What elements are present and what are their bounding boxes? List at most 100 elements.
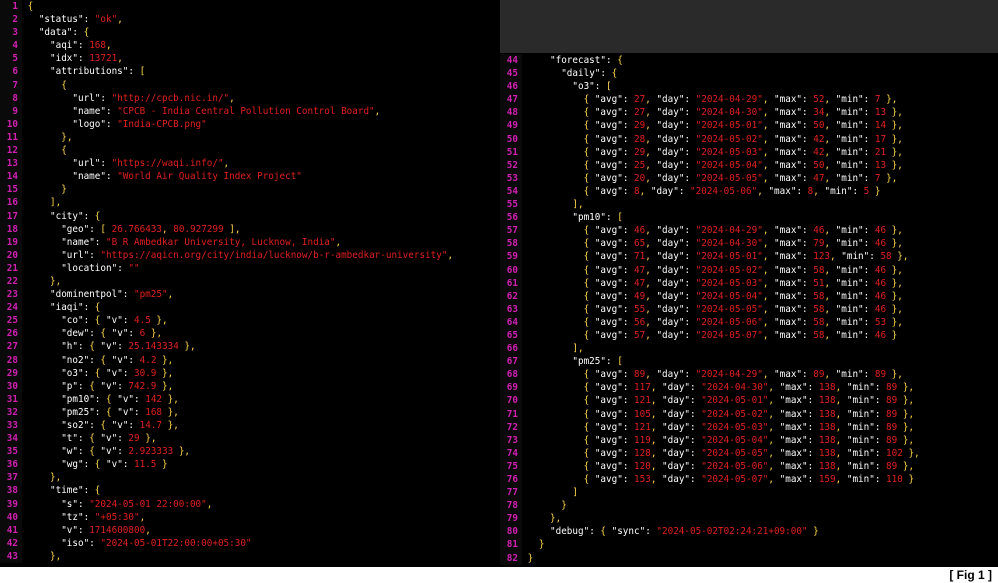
line-text: "debug": { "sync": "2024-05-02T02:24:21+… <box>550 526 819 538</box>
code-line: 34 "t": { "v": 29 }, <box>0 432 453 446</box>
line-number: 29 <box>0 366 22 380</box>
code-line: 60 { "avg": 47, "day": "2024-05-02", "ma… <box>500 263 920 277</box>
line-text: { "avg": 27, "day": "2024-04-29", "max":… <box>583 94 898 106</box>
code-listing-left: 1 {2 "status": "ok", 3 "data": {4 "aqi": … <box>0 0 454 564</box>
line-number: 17 <box>0 209 22 223</box>
code-line: 20 "url": "https://aqicn.org/city/india/… <box>0 248 454 262</box>
line-number: 48 <box>500 106 522 120</box>
line-text: { "avg": 65, "day": "2024-04-30", "max":… <box>583 238 903 250</box>
line-number: 20 <box>0 248 22 262</box>
code-line: 41 "v": 1714600800, <box>0 523 453 537</box>
line-number: 12 <box>0 144 22 158</box>
line-text: "logo": "India-CPCB.png" <box>72 118 207 130</box>
code-listing-right: 44 "forecast": {45 "daily": {46 "o3": [4… <box>500 54 920 565</box>
line-number: 75 <box>500 459 522 473</box>
code-line: 11 }, <box>0 130 453 145</box>
code-line: 24 "iaqi": { <box>0 301 453 315</box>
code-line: 77 ] <box>500 486 920 500</box>
code-pane-right[interactable]: 44 "forecast": {45 "daily": {46 "o3": [4… <box>500 53 998 567</box>
line-text: { <box>61 145 67 157</box>
code-line: 31 "pm10": { "v": 142 }, <box>0 392 453 406</box>
line-text: "iso": "2024-05-01T22:00:00+05:30" <box>61 537 252 549</box>
line-number: 11 <box>0 130 22 145</box>
code-line: 12 { <box>0 144 453 158</box>
code-line: 49 { "avg": 29, "day": "2024-05-01", "ma… <box>500 119 920 133</box>
code-line: 54 { "avg": 8, "day": "2024-05-06", "max… <box>500 184 920 199</box>
line-text: }, <box>50 275 62 287</box>
code-line: 13 "url": "https://waqi.info/", <box>0 157 453 171</box>
line-text: "o3": [ <box>572 81 612 93</box>
code-line: 62 { "avg": 49, "day": "2024-05-04", "ma… <box>500 289 920 303</box>
code-line: 58 { "avg": 65, "day": "2024-04-30", "ma… <box>500 237 920 251</box>
line-number: 16 <box>0 196 22 210</box>
line-number: 56 <box>500 211 522 225</box>
line-text: }, <box>550 513 562 525</box>
line-text: "p": { "v": 742.9 }, <box>61 380 174 392</box>
line-number: 46 <box>500 80 522 94</box>
line-text: "attributions": [ <box>50 66 146 78</box>
line-text: "data": { <box>38 27 90 39</box>
line-text: "url": "https://aqicn.org/city/india/luc… <box>61 249 454 261</box>
line-number: 69 <box>500 381 522 395</box>
code-line: 8 "url": "http://cpcb.nic.in/", <box>0 91 453 105</box>
line-number: 27 <box>0 340 22 354</box>
code-line: 3 "data": { <box>0 26 453 40</box>
line-text: "s": "2024-05-01 22:00:00", <box>61 498 213 510</box>
empty-pane-header <box>500 0 998 53</box>
line-text: { "avg": 8, "day": "2024-05-06", "max": … <box>583 185 881 197</box>
line-number: 51 <box>500 145 522 159</box>
line-number: 31 <box>0 392 22 406</box>
line-text: "pm10": { "v": 142 }, <box>61 393 179 405</box>
line-text: { "avg": 55, "day": "2024-05-05", "max":… <box>583 303 903 315</box>
line-number: 71 <box>500 407 522 421</box>
code-line: 82 } <box>500 551 920 565</box>
line-text: "tz": "+05:30", <box>61 511 146 523</box>
line-number: 21 <box>0 261 22 275</box>
line-number: 50 <box>500 132 522 146</box>
code-line: 75 { "avg": 120, "day": "2024-05-06", "m… <box>500 459 920 473</box>
line-text: { "avg": 57, "day": "2024-05-07", "max":… <box>583 329 898 341</box>
line-text: { "avg": 20, "day": "2024-05-05", "max":… <box>583 172 898 184</box>
line-text: { "avg": 46, "day": "2024-04-29", "max":… <box>583 225 903 237</box>
line-number: 33 <box>0 419 22 433</box>
code-line: 56 "pm10": [ <box>500 211 920 225</box>
line-text: ], <box>572 199 584 211</box>
line-number: 79 <box>500 512 522 526</box>
code-line: 61 { "avg": 47, "day": "2024-05-03", "ma… <box>500 276 920 290</box>
line-number: 81 <box>500 538 522 552</box>
code-line: 74 { "avg": 128, "day": "2024-05-05", "m… <box>500 446 920 460</box>
code-pane-left[interactable]: 1 {2 "status": "ok", 3 "data": {4 "aqi": … <box>0 0 500 567</box>
code-line: 47 { "avg": 27, "day": "2024-04-29", "ma… <box>500 93 920 107</box>
figure-label: [ Fig 1 ] <box>949 568 992 582</box>
line-number: 72 <box>500 420 522 434</box>
line-text: { "avg": 47, "day": "2024-05-02", "max":… <box>583 264 903 276</box>
line-number: 44 <box>500 54 522 68</box>
line-number: 6 <box>0 65 22 79</box>
line-number: 61 <box>500 276 522 290</box>
code-line: 1 { <box>0 0 453 14</box>
code-line: 44 "forecast": { <box>500 54 920 68</box>
code-line: 46 "o3": [ <box>500 80 920 94</box>
line-text: "wg": { "v": 11.5 } <box>61 459 168 471</box>
line-number: 53 <box>500 171 522 185</box>
code-line: 72 { "avg": 121, "day": "2024-05-03", "m… <box>500 420 920 434</box>
code-line: 9 "name": "CPCB - India Central Pollutio… <box>0 104 453 118</box>
line-text: { "avg": 153, "day": "2024-05-07", "max"… <box>583 474 915 485</box>
line-text: ], <box>50 197 62 209</box>
code-line: 79 }, <box>500 512 920 526</box>
line-text: { "avg": 105, "day": "2024-05-02", "max"… <box>583 408 915 420</box>
code-line: 48 { "avg": 27, "day": "2024-04-30", "ma… <box>500 106 920 120</box>
line-number: 10 <box>0 117 22 131</box>
line-text: { <box>27 1 34 12</box>
line-text: { "avg": 121, "day": "2024-05-01", "max"… <box>583 395 915 407</box>
line-number: 32 <box>0 405 22 419</box>
code-line: 76 { "avg": 153, "day": "2024-05-07", "m… <box>500 473 920 487</box>
line-number: 43 <box>0 549 22 564</box>
code-line: 22 }, <box>0 274 453 289</box>
line-number: 64 <box>500 315 522 329</box>
line-number: 38 <box>0 484 22 498</box>
code-line: 57 { "avg": 46, "day": "2024-04-29", "ma… <box>500 224 920 238</box>
line-text: "pm25": { "v": 168 }, <box>61 406 179 418</box>
line-text: } <box>538 539 545 551</box>
line-number: 41 <box>0 523 22 537</box>
